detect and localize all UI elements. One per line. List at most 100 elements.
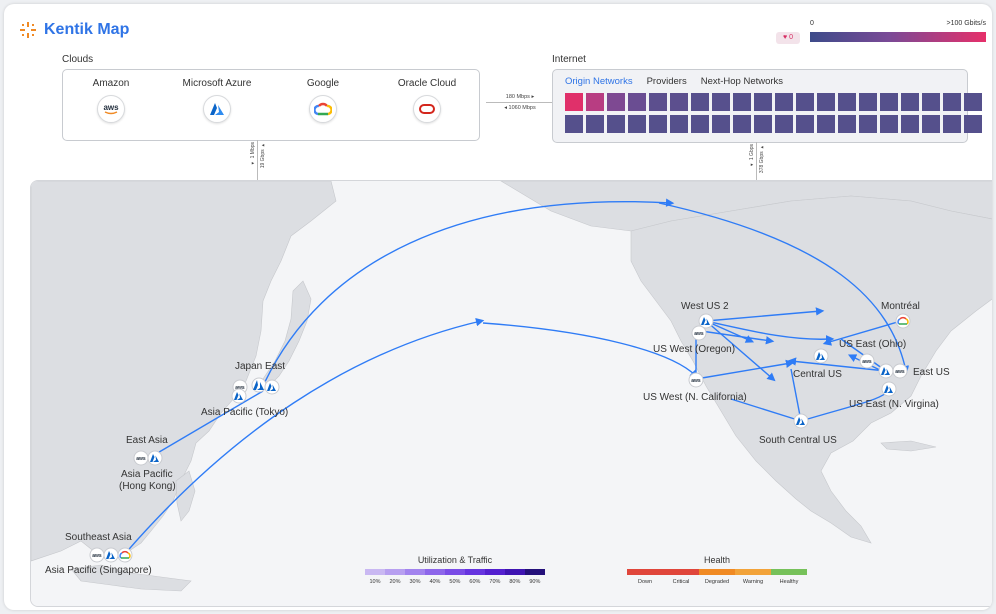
azure-marker-japan-east[interactable]	[231, 388, 247, 404]
network-cell[interactable]	[901, 115, 919, 133]
network-cell[interactable]	[964, 93, 982, 111]
region-marker-japan-east[interactable]	[251, 377, 267, 393]
label-central-us: Central US	[793, 369, 842, 380]
azure-marker-central-us[interactable]	[813, 348, 829, 364]
aws-marker-oregon[interactable]: aws	[691, 325, 707, 341]
network-cell[interactable]	[796, 115, 814, 133]
azure-marker-virginia[interactable]	[881, 381, 897, 397]
utilization-legend-tick: 30%	[409, 579, 421, 585]
tab-origin-networks[interactable]: Origin Networks	[565, 76, 633, 87]
network-cell[interactable]	[901, 93, 919, 111]
health-legend-tick: Warning	[742, 579, 764, 585]
network-cell[interactable]	[712, 115, 730, 133]
network-cell[interactable]	[565, 93, 583, 111]
aws-marker-hong-kong[interactable]: aws	[133, 450, 149, 466]
network-cell[interactable]	[586, 115, 604, 133]
label-west-us-2: West US 2	[681, 301, 729, 312]
azure-marker-east-asia[interactable]	[147, 450, 163, 466]
label-montreal: Montréal	[881, 301, 920, 312]
network-cell[interactable]	[817, 115, 835, 133]
world-map[interactable]: aws aws aws aws aws aws aws Japan East A…	[30, 180, 992, 607]
network-cell[interactable]	[733, 115, 751, 133]
aws-marker-ohio[interactable]: aws	[859, 353, 875, 369]
svg-text:aws: aws	[694, 331, 704, 337]
alert-badge[interactable]: ♥ 0	[776, 32, 800, 44]
network-cell[interactable]	[586, 93, 604, 111]
kentik-logo-icon	[20, 22, 36, 38]
clouds-internet-link[interactable]: 180 Mbps ▸ ◂ 1060 Mbps	[486, 92, 554, 114]
network-cell[interactable]	[859, 93, 877, 111]
network-cell[interactable]	[712, 93, 730, 111]
map-canvas: aws aws aws aws aws aws aws Japan East A…	[31, 181, 992, 606]
network-cell[interactable]	[754, 93, 772, 111]
google-marker-montreal[interactable]	[895, 313, 911, 329]
azure-marker-east-us[interactable]	[878, 363, 894, 379]
network-cell[interactable]	[565, 115, 583, 133]
aws-marker-singapore[interactable]: aws	[89, 547, 105, 563]
network-cell[interactable]	[775, 93, 793, 111]
google-marker-singapore[interactable]	[117, 547, 133, 563]
tab-providers[interactable]: Providers	[647, 76, 687, 87]
link-rate-out: 180 Mbps ▸	[505, 94, 535, 100]
aws-marker-n-california[interactable]: aws	[688, 372, 704, 388]
cloud-amazon[interactable]: Amazon aws	[61, 78, 161, 123]
azure-marker-southeast-asia[interactable]	[103, 547, 119, 563]
google-cloud-icon	[309, 95, 337, 123]
label-us-west-oregon: US West (Oregon)	[653, 344, 735, 355]
utilization-legend-tick: 10%	[369, 579, 381, 585]
network-cell[interactable]	[649, 115, 667, 133]
network-cell[interactable]	[922, 93, 940, 111]
scale-max-label: >100 Gbits/s	[946, 20, 987, 27]
health-legend-swatch	[663, 569, 699, 575]
cloud-google[interactable]: Google	[273, 78, 373, 123]
utilization-legend-tick: 50%	[449, 579, 461, 585]
network-cell[interactable]	[922, 115, 940, 133]
health-legend-swatch	[735, 569, 771, 575]
network-cell[interactable]	[817, 93, 835, 111]
utilization-legend-swatch	[465, 569, 485, 575]
network-cell[interactable]	[943, 115, 961, 133]
network-cell[interactable]	[964, 115, 982, 133]
network-cell[interactable]	[628, 93, 646, 111]
scale-gradient-bar	[810, 32, 986, 42]
network-cell[interactable]	[838, 93, 856, 111]
utilization-legend-tick: 80%	[509, 579, 521, 585]
network-cell[interactable]	[733, 93, 751, 111]
network-cell[interactable]	[607, 93, 625, 111]
azure-icon	[203, 95, 231, 123]
network-cell[interactable]	[670, 115, 688, 133]
label-ap-hong-kong-2: (Hong Kong)	[119, 481, 176, 492]
network-cell[interactable]	[880, 115, 898, 133]
network-cell[interactable]	[796, 93, 814, 111]
network-cell[interactable]	[838, 115, 856, 133]
network-cell[interactable]	[943, 93, 961, 111]
aws-marker-east-us[interactable]: aws	[892, 363, 908, 379]
health-legend-ticks: Down Critical Degraded Warning Healthy	[627, 579, 807, 585]
tab-next-hop-networks[interactable]: Next-Hop Networks	[701, 76, 783, 87]
svg-text:aws: aws	[136, 456, 146, 462]
cloud-oracle[interactable]: Oracle Cloud	[377, 78, 477, 123]
health-legend-tick: Healthy	[779, 579, 799, 585]
network-cell[interactable]	[649, 93, 667, 111]
aws-icon: aws	[97, 95, 125, 123]
title-bar: Kentik Map	[20, 18, 129, 42]
network-cell[interactable]	[859, 115, 877, 133]
network-cell[interactable]	[607, 115, 625, 133]
cloud-azure[interactable]: Microsoft Azure	[167, 78, 267, 123]
network-cell[interactable]	[691, 93, 709, 111]
health-legend-swatch	[627, 569, 663, 575]
network-cell[interactable]	[754, 115, 772, 133]
health-legend-tick: Critical	[672, 579, 690, 585]
kentik-map-window: Kentik Map 0 >100 Gbits/s ♥ 0 Clouds Ama…	[4, 4, 992, 610]
network-cell[interactable]	[691, 115, 709, 133]
internet-tabs: Origin Networks Providers Next-Hop Netwo…	[565, 76, 783, 87]
clouds-map-rate-a: 19 Gbps ▸	[260, 142, 266, 169]
health-legend-tick: Down	[637, 579, 653, 585]
network-cell[interactable]	[670, 93, 688, 111]
label-us-west-ncal: US West (N. California)	[643, 392, 747, 403]
azure-marker-tokyo[interactable]	[264, 379, 280, 395]
network-cell[interactable]	[880, 93, 898, 111]
network-cell[interactable]	[775, 115, 793, 133]
azure-marker-south-central-us[interactable]	[793, 413, 809, 429]
network-cell[interactable]	[628, 115, 646, 133]
